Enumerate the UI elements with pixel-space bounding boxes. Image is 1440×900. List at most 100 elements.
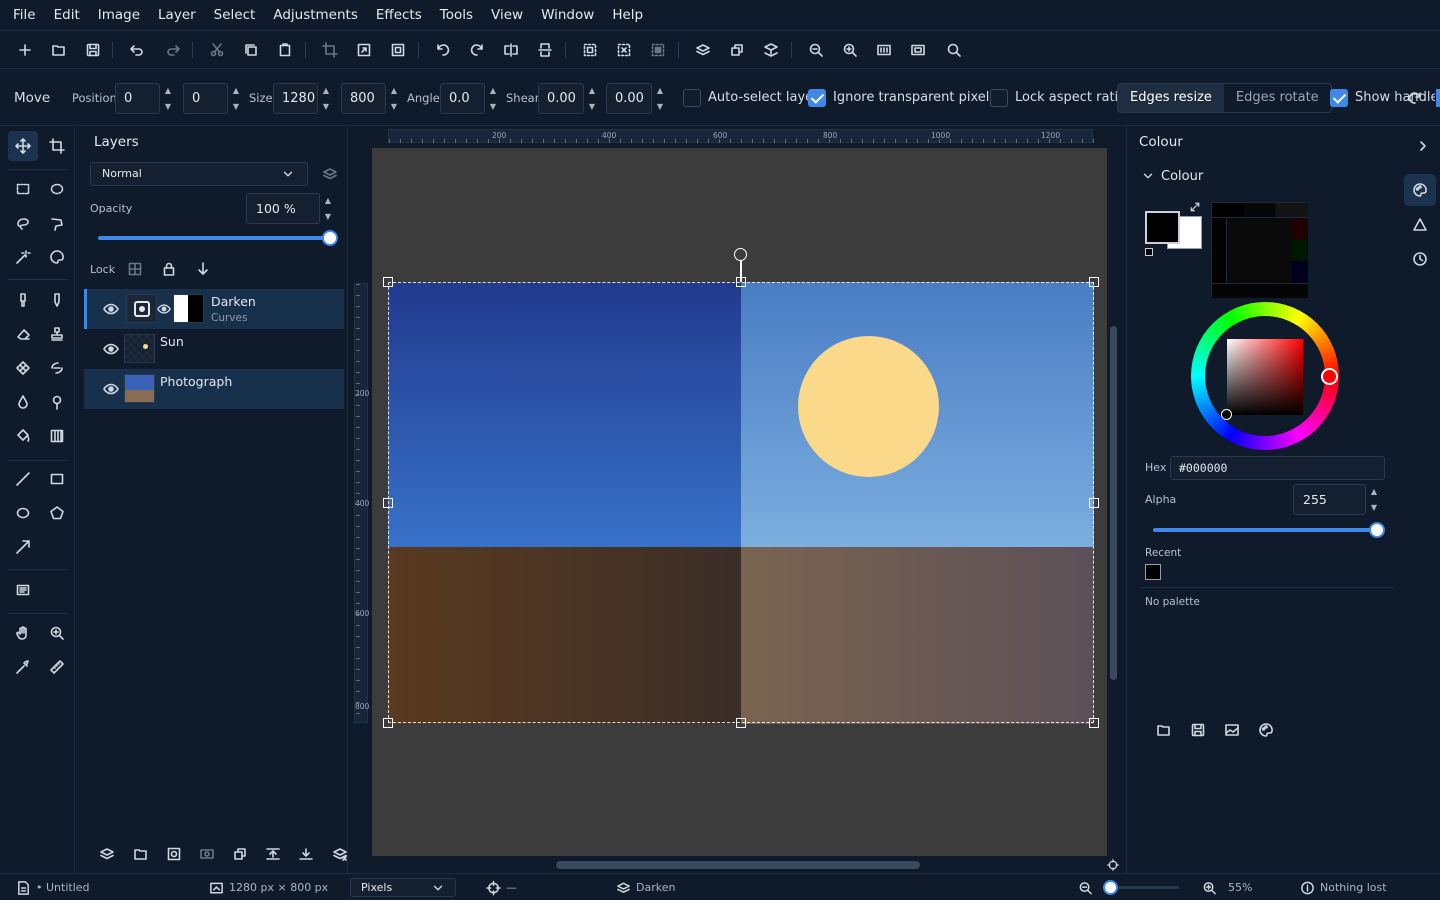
transform-handle-bottom[interactable] <box>736 718 746 728</box>
move-layer-up-icon[interactable] <box>264 845 282 863</box>
line-tool-icon[interactable] <box>8 464 38 494</box>
blur-icon[interactable] <box>8 387 38 417</box>
menu-edit[interactable]: Edit <box>45 0 89 31</box>
menu-tools[interactable]: Tools <box>431 0 482 31</box>
units-select[interactable]: Pixels <box>350 878 456 897</box>
invert-selection-icon[interactable] <box>646 38 670 62</box>
new-layer-icon[interactable] <box>98 845 116 863</box>
width-input[interactable]: 1280 <box>273 83 318 114</box>
rotate-ccw-icon[interactable] <box>431 38 455 62</box>
saturation-value-square[interactable] <box>1227 339 1303 415</box>
color-select-icon[interactable] <box>42 242 72 272</box>
transform-handle-bottom-left[interactable] <box>383 718 393 728</box>
transform-handle-top[interactable] <box>736 277 746 287</box>
shapes-panel-tab-icon[interactable] <box>1412 217 1428 233</box>
dodge-icon[interactable] <box>42 387 72 417</box>
cut-icon[interactable] <box>205 38 229 62</box>
duplicate-layer-icon[interactable] <box>231 845 249 863</box>
move-layer-down-icon[interactable] <box>297 845 315 863</box>
add-adjustment-icon[interactable] <box>165 845 183 863</box>
recent-colour-swatch[interactable] <box>1145 564 1161 580</box>
chevron-right-icon[interactable] <box>1415 138 1431 154</box>
pencil-icon[interactable] <box>42 285 72 315</box>
ellipse-select-icon[interactable] <box>42 174 72 204</box>
zoom-slider-handle[interactable] <box>1103 880 1118 895</box>
primary-colour-swatch[interactable] <box>1145 211 1180 244</box>
height-spinner[interactable]: ▲ ▼ <box>387 83 401 114</box>
zoom-in-icon[interactable] <box>838 38 862 62</box>
zoom-tool-icon[interactable] <box>42 618 72 648</box>
opacity-slider[interactable] <box>98 230 338 246</box>
menu-help[interactable]: Help <box>603 0 652 31</box>
menu-layer[interactable]: Layer <box>149 0 205 31</box>
crop-to-selection-icon[interactable] <box>318 38 342 62</box>
polygon-lasso-icon[interactable] <box>42 208 72 238</box>
ruler-tool-icon[interactable] <box>42 652 72 682</box>
blend-mode-select[interactable]: Normal <box>90 162 308 186</box>
fill-bucket-icon[interactable] <box>8 421 38 451</box>
move-tool-icon[interactable] <box>8 131 38 161</box>
position-x-input[interactable]: 0 <box>115 83 160 114</box>
arrow-tool-icon[interactable] <box>8 532 38 562</box>
horizontal-scrollbar[interactable] <box>556 861 920 869</box>
polygon-tool-icon[interactable] <box>42 498 72 528</box>
opacity-input[interactable]: 100 % <box>246 193 320 224</box>
opacity-slider-handle[interactable] <box>322 230 338 246</box>
gradient-icon[interactable] <box>42 421 72 451</box>
canvas-size-icon[interactable] <box>386 38 410 62</box>
edges-resize-button[interactable]: Edges resize <box>1118 84 1224 112</box>
shear-x-input[interactable]: 0.00 <box>538 83 584 114</box>
pattern-icon[interactable] <box>8 353 38 383</box>
layer-row-darken[interactable]: Darken Curves <box>84 289 344 329</box>
angle-input[interactable]: 0.0 <box>440 83 485 114</box>
redo-icon[interactable] <box>161 38 185 62</box>
add-mask-icon[interactable] <box>198 845 216 863</box>
position-y-spinner[interactable]: ▲ ▼ <box>229 83 243 114</box>
canvas-corner-icon[interactable] <box>1107 859 1119 871</box>
ignore-transparent-checkbox[interactable] <box>808 89 826 107</box>
hue-picker-handle[interactable] <box>1321 368 1338 385</box>
best-fit-icon[interactable] <box>906 38 930 62</box>
opacity-spinner[interactable]: ▲ ▼ <box>321 193 335 224</box>
palette-icon[interactable] <box>1257 721 1275 739</box>
alpha-slider[interactable] <box>1153 522 1385 538</box>
add-layer-icon[interactable] <box>691 38 715 62</box>
menu-file[interactable]: File <box>4 0 45 31</box>
sv-picker-handle[interactable] <box>1221 409 1232 420</box>
merge-layer-icon[interactable] <box>759 38 783 62</box>
collapse-chevron-icon[interactable] <box>1141 169 1155 183</box>
rectangle-tool-icon[interactable] <box>42 464 72 494</box>
lock-aspect-checkbox[interactable] <box>990 89 1008 107</box>
visibility-eye-icon[interactable] <box>102 340 120 358</box>
rotate-handle[interactable] <box>734 248 747 261</box>
flip-vertical-icon[interactable] <box>533 38 557 62</box>
menu-select[interactable]: Select <box>205 0 265 31</box>
transform-handle-bottom-right[interactable] <box>1089 718 1099 728</box>
zoom-out-icon[interactable] <box>1078 880 1093 895</box>
alpha-slider-handle[interactable] <box>1369 522 1385 538</box>
colour-preset-grid[interactable] <box>1211 202 1308 298</box>
actual-size-icon[interactable] <box>872 38 896 62</box>
select-all-icon[interactable] <box>578 38 602 62</box>
crop-tool-icon[interactable] <box>42 131 72 161</box>
flip-horizontal-icon[interactable] <box>499 38 523 62</box>
layer-properties-icon[interactable] <box>321 165 339 183</box>
search-icon[interactable] <box>942 38 966 62</box>
clone-stamp-icon[interactable] <box>42 319 72 349</box>
colour-panel-tab-icon[interactable] <box>1404 174 1436 206</box>
show-handles-checkbox[interactable] <box>1330 89 1348 107</box>
lock-transparency-icon[interactable] <box>126 260 144 278</box>
visibility-eye-icon[interactable] <box>102 380 120 398</box>
layer-row-photograph[interactable]: Photograph <box>84 369 344 409</box>
vertical-scrollbar[interactable] <box>1110 326 1117 680</box>
text-tool-icon[interactable] <box>8 575 38 605</box>
angle-spinner[interactable]: ▲ ▼ <box>486 83 500 114</box>
new-icon[interactable] <box>13 38 37 62</box>
transform-handle-top-right[interactable] <box>1089 277 1099 287</box>
edges-rotate-button[interactable]: Edges rotate <box>1224 84 1331 112</box>
height-input[interactable]: 800 <box>341 83 386 114</box>
position-x-spinner[interactable]: ▲ ▼ <box>161 83 175 114</box>
zoom-slider[interactable] <box>1103 880 1179 895</box>
pan-hand-icon[interactable] <box>8 618 38 648</box>
transform-handle-right[interactable] <box>1089 498 1099 508</box>
